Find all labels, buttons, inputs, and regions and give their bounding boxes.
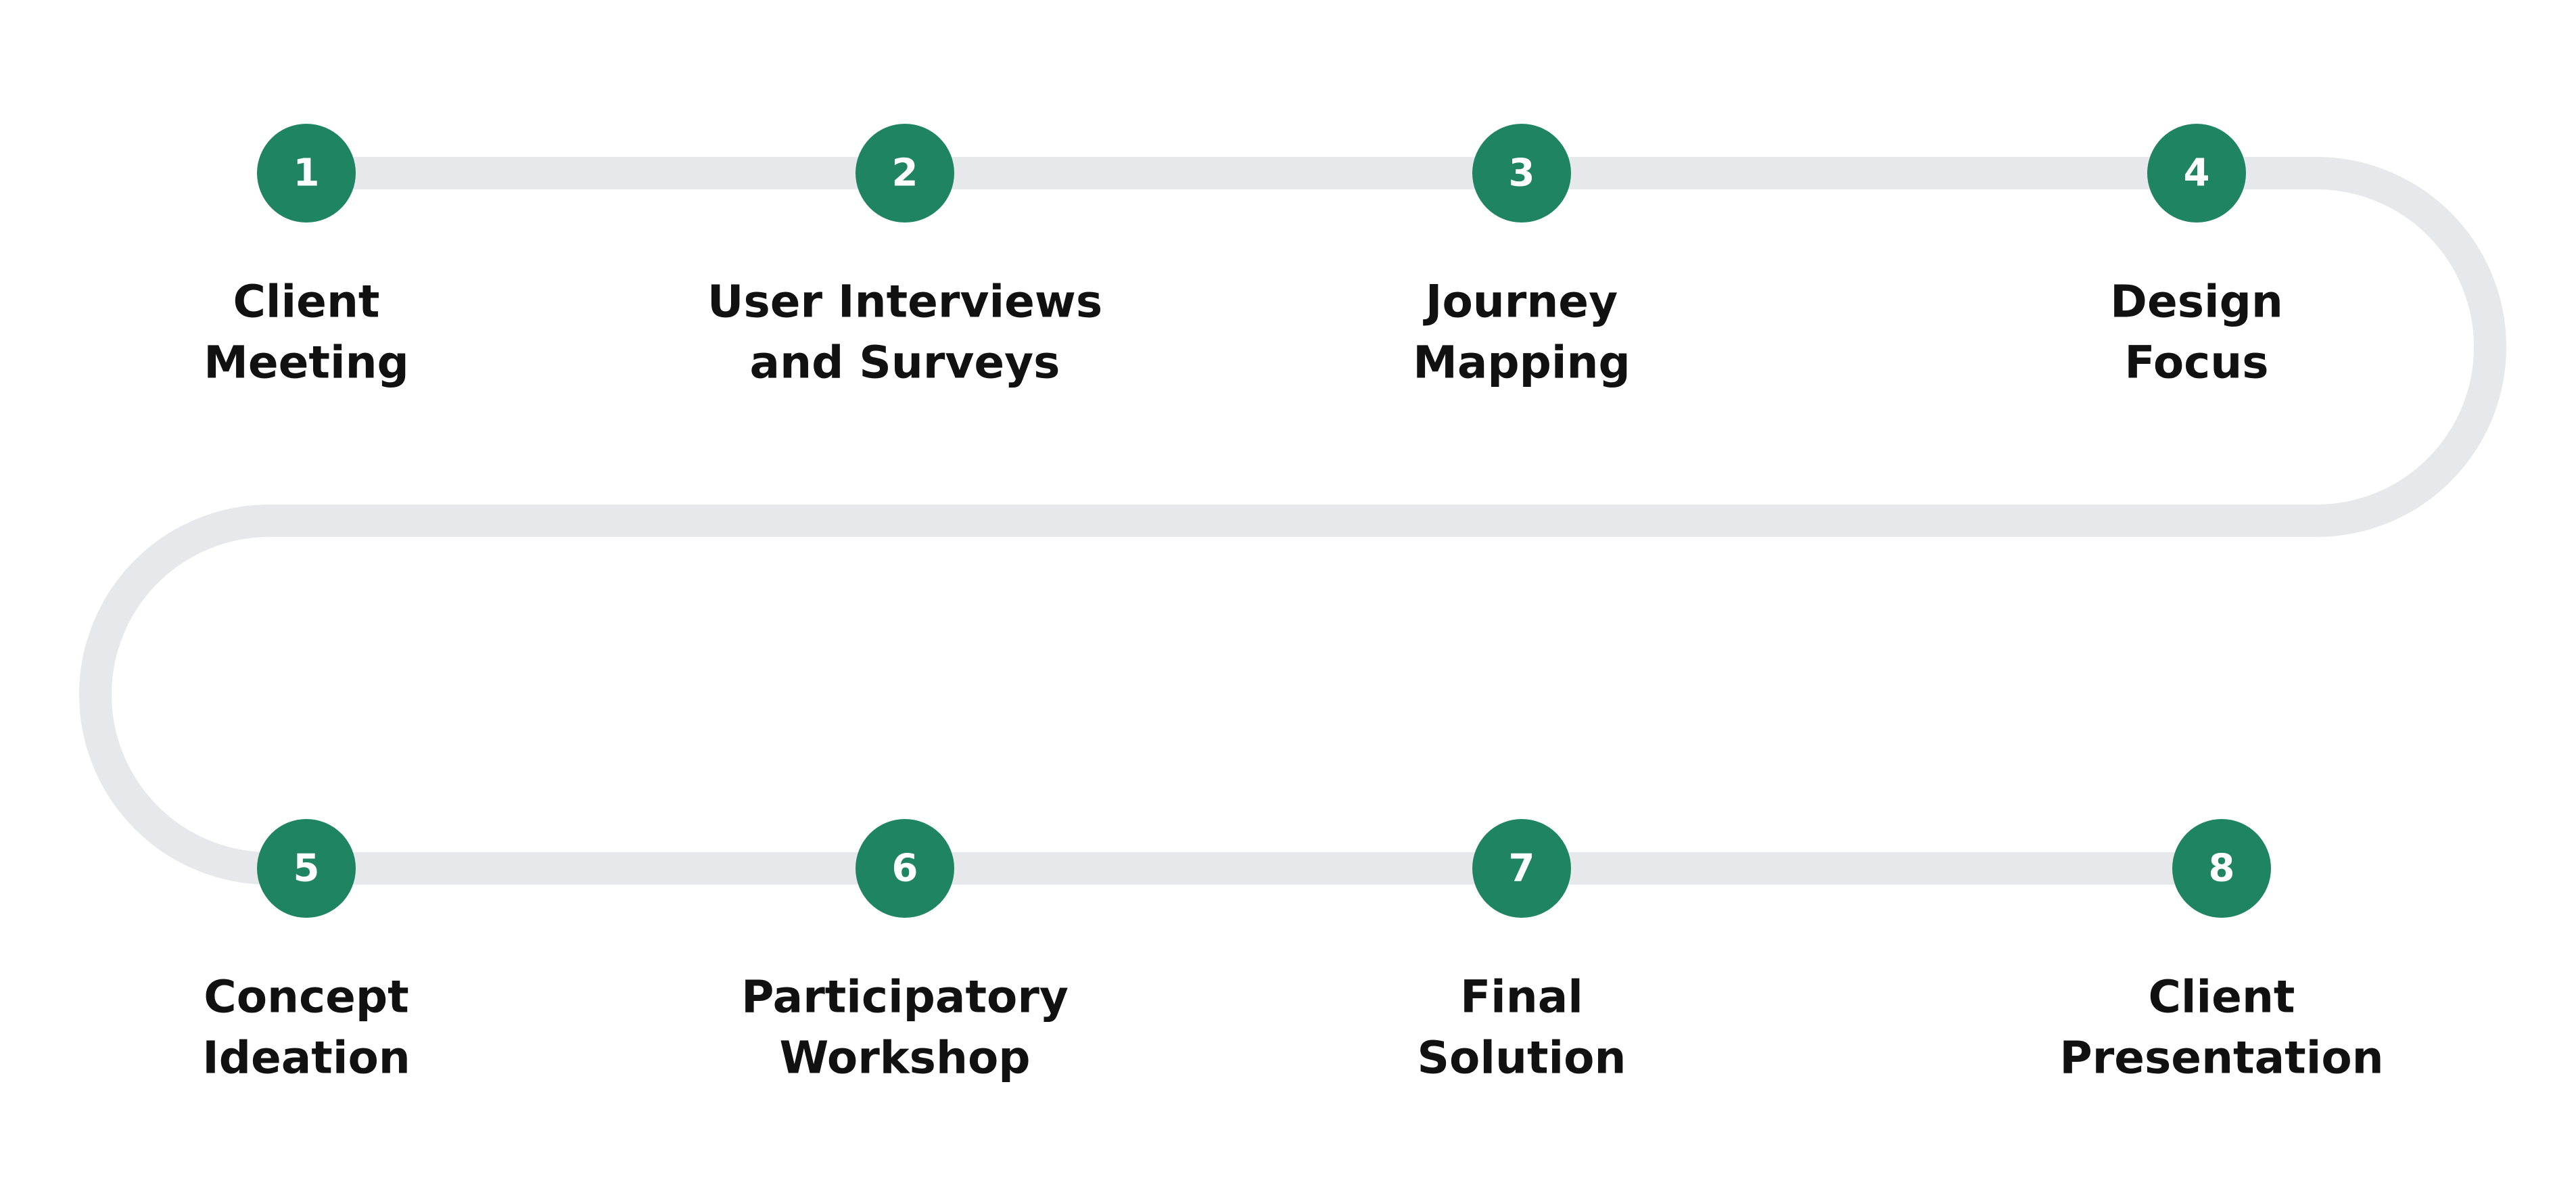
- step-label-line-2: Workshop: [779, 1032, 1030, 1084]
- step-number: 2: [892, 151, 918, 195]
- step-label-line-1: Participatory: [741, 971, 1069, 1023]
- step-label-line-2: Solution: [1418, 1032, 1626, 1084]
- step-label-line-2: Ideation: [202, 1032, 411, 1084]
- step-label-line-2: and Surveys: [750, 337, 1060, 389]
- step-label-line-1: User Interviews: [707, 276, 1102, 328]
- step-label-line-1: Concept: [204, 971, 408, 1023]
- step-label-line-1: Journey: [1423, 276, 1618, 328]
- step-label-line-1: Client: [2149, 971, 2295, 1023]
- process-diagram: 1 Client Meeting 2 User Interviews and Survey…: [79, 124, 2506, 1084]
- step-number: 8: [2209, 847, 2235, 891]
- step-label-line-2: Meeting: [204, 337, 409, 389]
- step-number: 6: [892, 847, 918, 891]
- step-number: 7: [1509, 847, 1535, 891]
- step-label-line-1: Final: [1460, 971, 1583, 1023]
- steps-layer: 1 Client Meeting 2 User Interviews and Survey…: [202, 124, 2384, 1084]
- step-number: 5: [294, 847, 320, 891]
- step-label-line-1: Client: [233, 276, 380, 328]
- step-number: 1: [294, 151, 320, 195]
- step-label-line-2: Focus: [2124, 337, 2268, 389]
- step-label-line-2: Mapping: [1413, 337, 1631, 389]
- step-number: 3: [1509, 151, 1535, 195]
- step-number: 4: [2184, 151, 2210, 195]
- step-label-line-1: Design: [2110, 276, 2283, 328]
- step-label-line-2: Presentation: [2059, 1032, 2383, 1084]
